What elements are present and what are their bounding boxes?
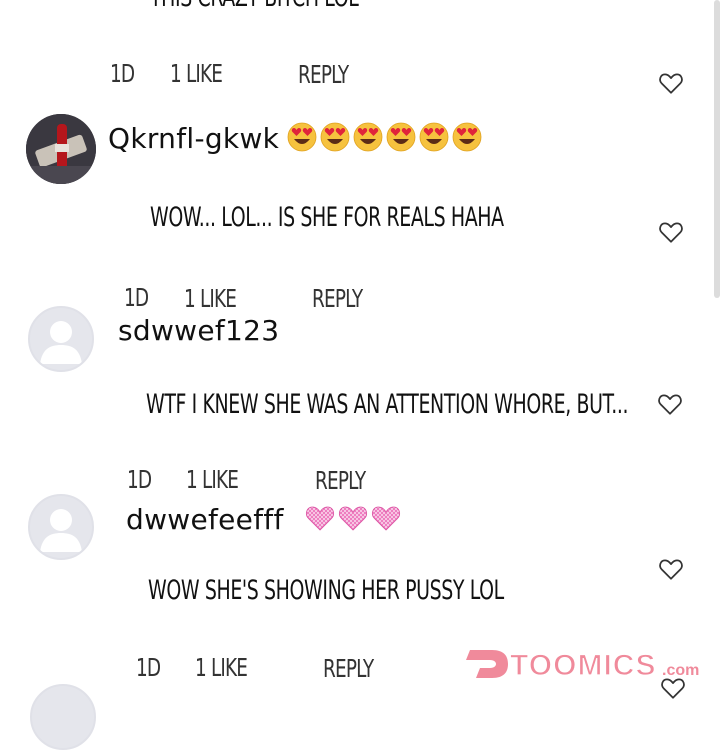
scrollbar[interactable] — [714, 0, 720, 298]
comment-time: 1D — [110, 59, 135, 88]
reply-button[interactable]: REPLY — [312, 284, 363, 313]
pink-heart-emoji — [339, 506, 367, 531]
heart-outline-icon[interactable] — [658, 557, 684, 581]
heart-eyes-emoji — [386, 122, 416, 152]
comment-username[interactable]: sdwwef123 — [118, 314, 279, 347]
pink-heart-emoji — [372, 506, 400, 531]
default-user-icon — [40, 321, 82, 364]
comment-text: WOW SHE'S SHOWING HER PUSSY LOL — [148, 575, 504, 606]
partial-comment-text: THIS CRAZY BITCH LOL — [150, 0, 359, 13]
emoji-row — [284, 122, 482, 152]
comment-time: 1D — [124, 283, 149, 312]
comment-time: 1D — [136, 653, 161, 682]
profile-photo — [26, 114, 96, 184]
comment-username[interactable]: Qkrnfl-gkwk — [108, 122, 279, 155]
comment-like-count[interactable]: 1 LIKE — [195, 653, 248, 682]
comment-text: WOW... LOL... IS SHE FOR REALS HAHA — [150, 202, 504, 233]
avatar[interactable] — [28, 306, 94, 372]
heart-outline-icon[interactable] — [657, 392, 683, 416]
avatar[interactable] — [28, 494, 94, 560]
comment-like-count[interactable]: 1 LIKE — [170, 59, 223, 88]
comment-username[interactable]: dwwefeefff — [126, 503, 284, 536]
avatar[interactable] — [26, 114, 96, 184]
pink-heart-emoji — [306, 506, 334, 531]
reply-button[interactable]: REPLY — [315, 466, 366, 495]
heart-eyes-emoji — [320, 122, 350, 152]
svg-text:.com: .com — [662, 662, 699, 679]
heart-outline-icon[interactable] — [658, 220, 684, 244]
svg-text:TOOMICS: TOOMICS — [510, 649, 656, 682]
default-user-icon — [40, 509, 82, 552]
heart-eyes-emoji — [452, 122, 482, 152]
emoji-row — [302, 503, 401, 533]
heart-eyes-emoji — [353, 122, 383, 152]
comment-time: 1D — [127, 465, 152, 494]
reply-button[interactable]: REPLY — [323, 654, 374, 683]
reply-button[interactable]: REPLY — [298, 60, 349, 89]
heart-eyes-emoji — [287, 122, 317, 152]
heart-eyes-emoji — [419, 122, 449, 152]
toomics-watermark-logo: TOOMICS .com — [466, 648, 699, 683]
comment-like-count[interactable]: 1 LIKE — [184, 284, 237, 313]
comment-text: WTF I KNEW SHE WAS AN ATTENTION WHORE, B… — [146, 389, 629, 420]
avatar[interactable] — [30, 684, 96, 750]
comment-like-count[interactable]: 1 LIKE — [186, 465, 239, 494]
heart-outline-icon[interactable] — [658, 71, 684, 95]
